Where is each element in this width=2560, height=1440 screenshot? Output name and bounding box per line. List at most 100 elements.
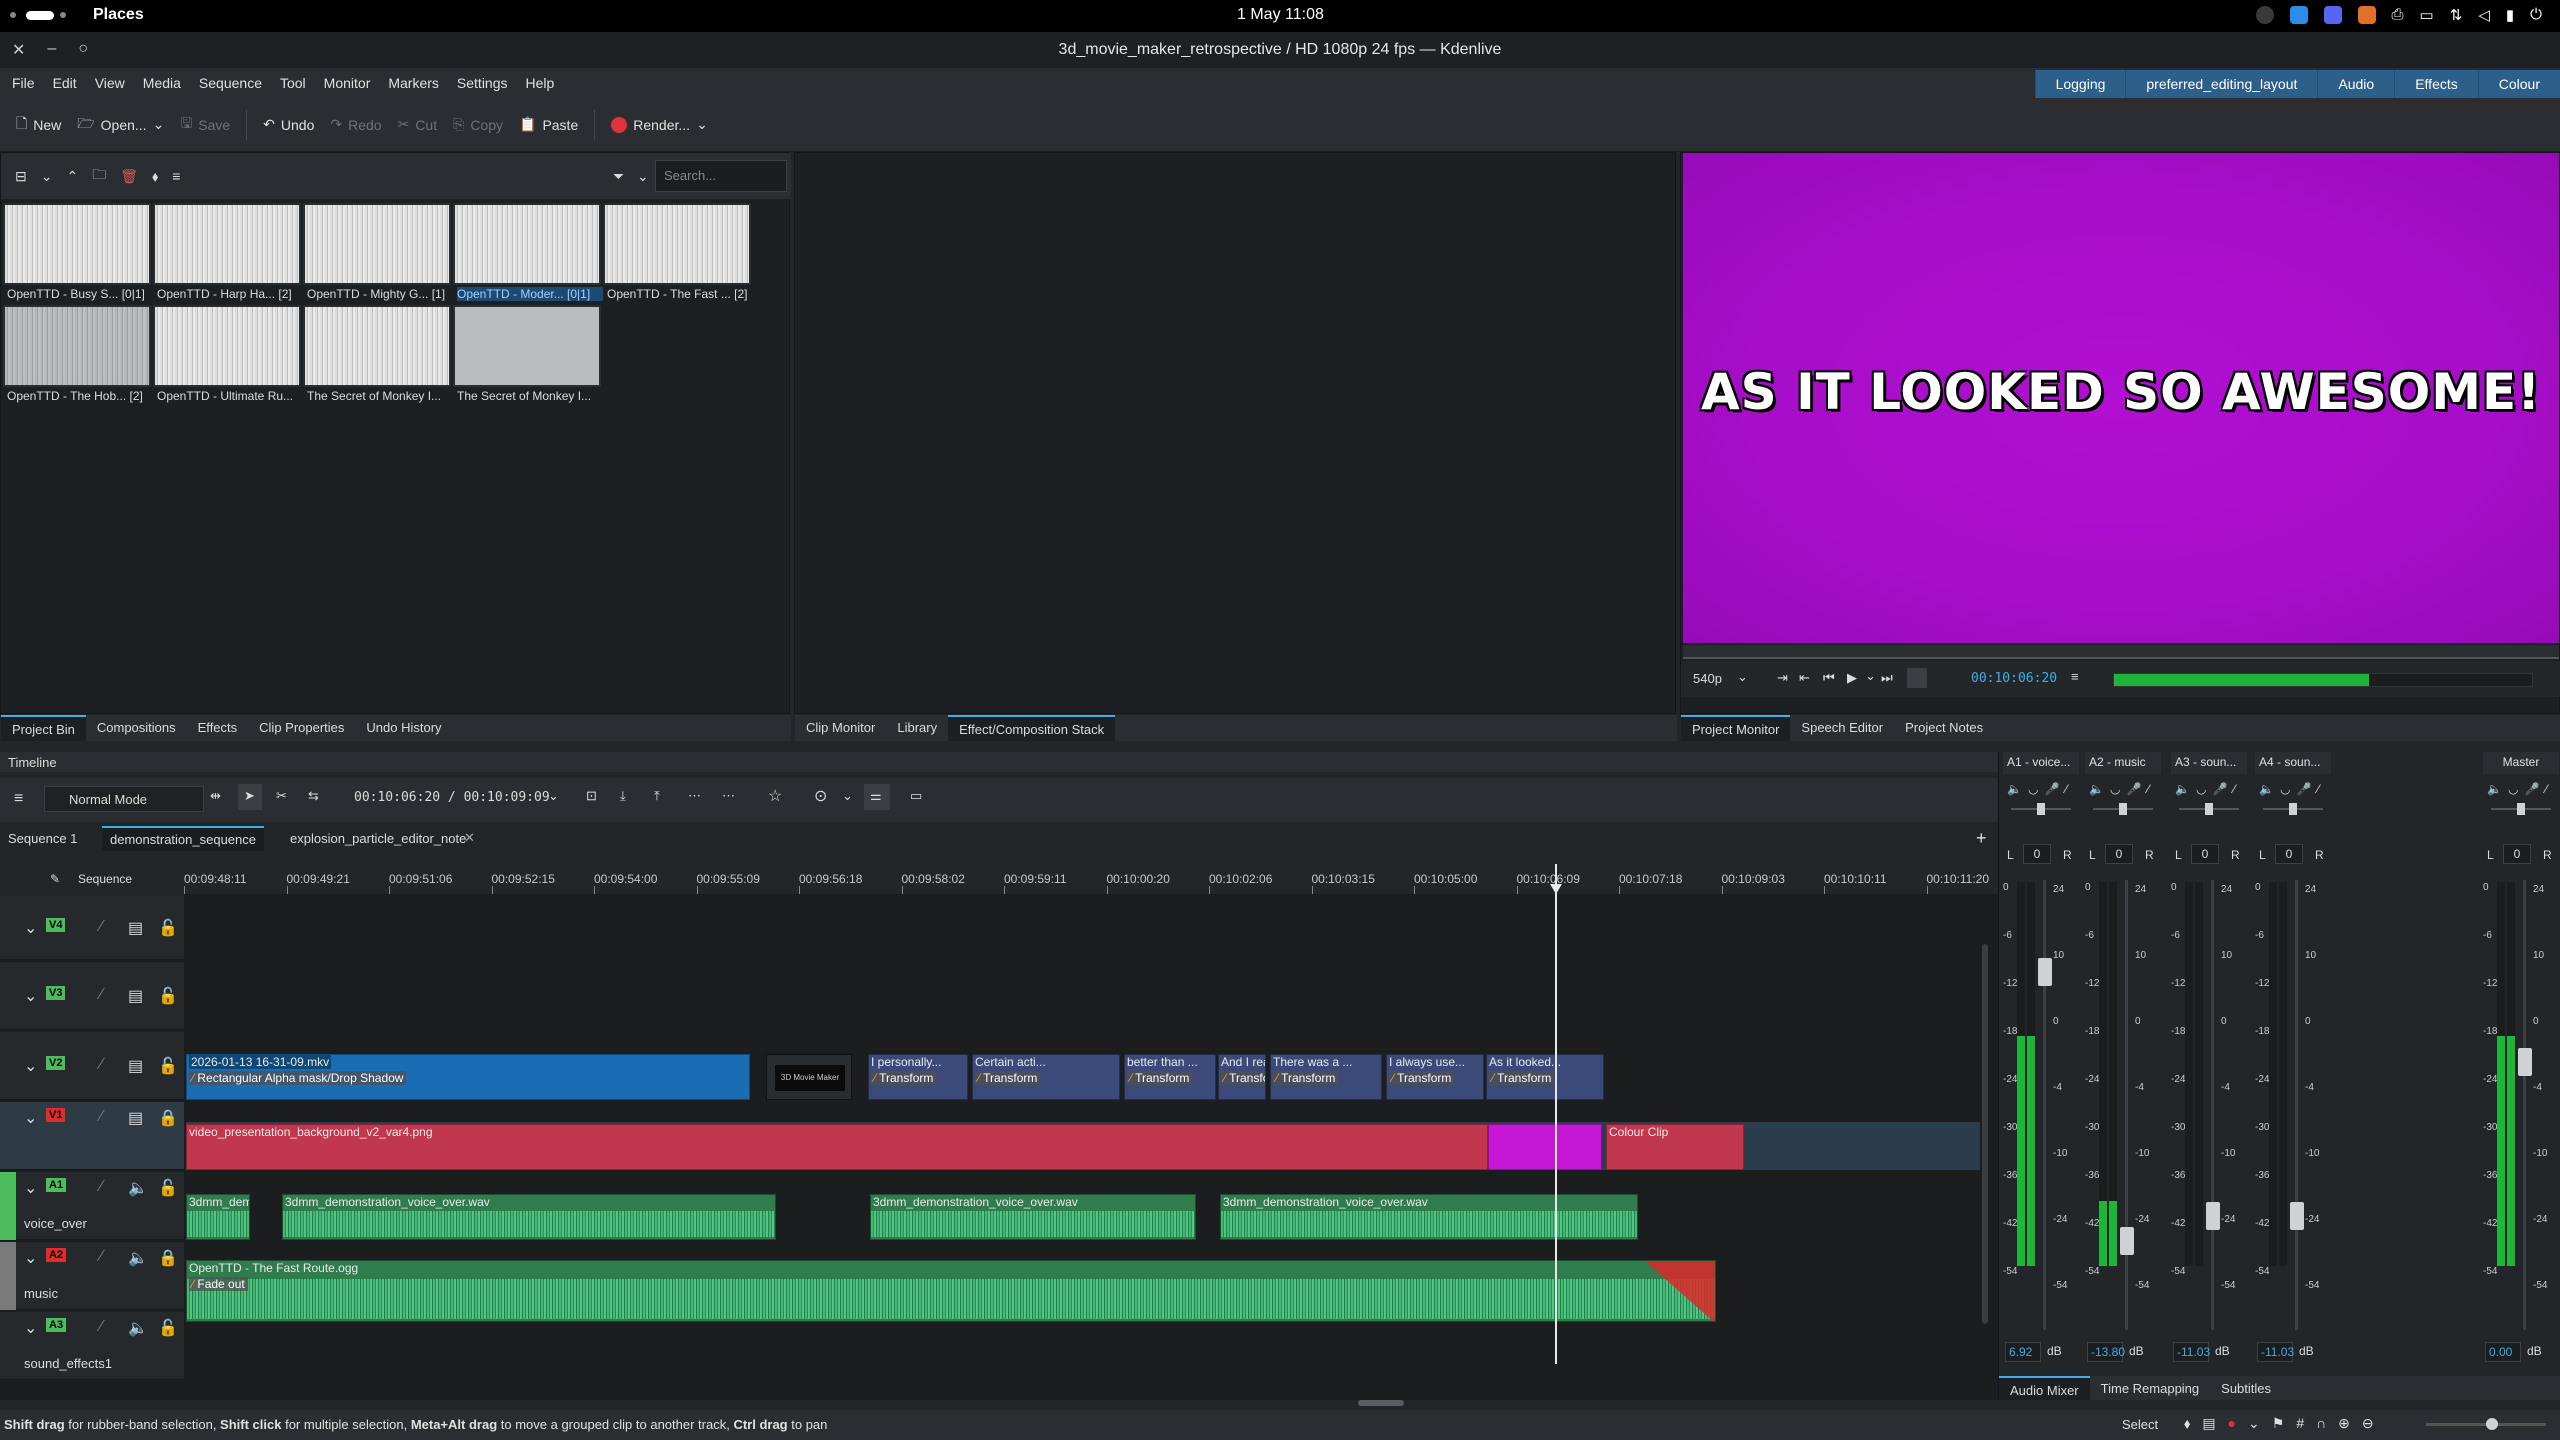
pan-slider[interactable] [2179, 803, 2239, 815]
lock-icon[interactable]: 🔓 [158, 1318, 178, 1338]
volume-icon[interactable]: ◁ [2478, 6, 2490, 24]
track-header-v1[interactable]: ⌄ V1 ⁄ ▤ 🔒 [0, 1102, 184, 1170]
bin-clip[interactable]: OpenTTD - The Fast ... [2] [603, 203, 751, 301]
chevron-down-icon[interactable]: ⌄ [24, 1318, 37, 1338]
hide-track-icon[interactable]: ▤ [128, 1056, 143, 1076]
bin-clip[interactable]: OpenTTD - The Hob... [2] [3, 305, 151, 403]
menu-tool[interactable]: Tool [280, 75, 306, 91]
volume-db-field[interactable]: -11.03 [2257, 1342, 2294, 1362]
track-header-v4[interactable]: ⌄ V4 ⁄ ▤ 🔓 [0, 894, 184, 960]
workspace-dot[interactable] [10, 12, 16, 18]
record-icon[interactable]: 🎤 [2044, 782, 2059, 796]
chevron-down-icon[interactable]: ⌄ [24, 1108, 37, 1128]
tab-compositions[interactable]: Compositions [86, 715, 187, 741]
forward-icon[interactable]: ⏭ [1881, 670, 1893, 686]
new-button[interactable]: 🗋 New [16, 113, 61, 137]
effect-icon[interactable]: ⁄ [2317, 782, 2319, 796]
bin-clip[interactable]: OpenTTD - Busy S... [0|1] [3, 203, 151, 301]
track-header-v3[interactable]: ⌄ V3 ⁄ ▤ 🔓 [0, 962, 184, 1030]
pan-value[interactable]: 0 [2023, 844, 2051, 864]
play-icon[interactable]: ▶ [1847, 670, 1857, 686]
chevron-down-icon[interactable]: ⌄ [24, 1178, 37, 1198]
clock[interactable]: 1 May 11:08 [1237, 6, 1324, 24]
effect-icon[interactable]: ⁄ [100, 1248, 103, 1266]
menu-markers[interactable]: Markers [388, 75, 439, 91]
printer-icon[interactable]: ⎙ [2392, 6, 2404, 24]
tab-speech-editor[interactable]: Speech Editor [1790, 715, 1894, 741]
timeline-hscrollbar[interactable] [1358, 1400, 1404, 1406]
timeline-clip[interactable]: video_presentation_background_v2_var4.pn… [186, 1124, 1488, 1170]
effect-icon[interactable]: ⁄ [100, 986, 103, 1004]
timeline-clip[interactable]: 3dmm_demonstration_voice_over.wav [870, 1194, 1196, 1240]
zoom-select[interactable]: 540p [1693, 671, 1722, 686]
bin-clip[interactable]: OpenTTD - Ultimate Ru... [153, 305, 301, 403]
effect-icon[interactable]: ⁄ [2545, 782, 2547, 796]
lift-icon[interactable]: ⋯ [722, 788, 735, 804]
pan-value[interactable]: 0 [2503, 844, 2531, 864]
timeline-clip[interactable]: 3dmm_dem [186, 1194, 250, 1240]
spacer-tool-icon[interactable]: ⇹ [210, 788, 221, 804]
pan-value[interactable]: 0 [2191, 844, 2219, 864]
chevron-down-icon[interactable]: ⌄ [1865, 668, 1876, 684]
filter-icon[interactable]: ⏷ [613, 168, 624, 185]
chevron-down-icon[interactable]: ⌄ [41, 168, 53, 185]
tab-project-notes[interactable]: Project Notes [1894, 715, 1994, 741]
zoom-in-icon[interactable]: ⊕ [2338, 1415, 2350, 1432]
zoom-slider[interactable] [2426, 1418, 2546, 1430]
effect-icon[interactable]: ⁄ [100, 918, 103, 936]
menu-help[interactable]: Help [526, 75, 555, 91]
volume-db-field[interactable]: -13.80 [2087, 1342, 2125, 1362]
menu-icon[interactable]: ≡ [172, 168, 180, 184]
save-icon[interactable]: ▤ [2202, 1415, 2215, 1432]
zone-icon[interactable] [1907, 668, 1927, 688]
delete-icon[interactable]: 🗑 [120, 168, 138, 185]
lock-icon[interactable]: 🔓 [158, 918, 178, 938]
mute-icon[interactable]: 🔈 [128, 1248, 148, 1268]
effect-icon[interactable]: ⁄ [2233, 782, 2235, 796]
pan-handle[interactable] [2037, 803, 2045, 815]
timeline-clip[interactable]: 3dmm_demonstration_voice_over.wav [282, 1194, 776, 1240]
monitor-timecode[interactable]: 00:10:06:20 [1971, 671, 2057, 686]
menu-settings[interactable]: Settings [457, 75, 508, 91]
menu-file[interactable]: File [12, 75, 35, 91]
volume-db-field[interactable]: 0.00 [2485, 1342, 2521, 1362]
magnet-icon[interactable]: ∩ [2316, 1415, 2326, 1432]
chevron-down-icon[interactable]: ⌄ [24, 918, 37, 938]
lock-icon[interactable]: 🔒 [158, 1248, 178, 1268]
tab-audio-mixer[interactable]: Audio Mixer [1999, 1376, 2090, 1400]
close-tab-icon[interactable]: ✕ [464, 830, 475, 846]
channel-name[interactable]: A4 - soun... [2255, 752, 2331, 774]
record-icon[interactable]: 🎤 [2524, 782, 2539, 796]
tab-project-bin[interactable]: Project Bin [1, 715, 86, 741]
headphones-icon[interactable]: ◡ [2028, 782, 2038, 796]
add-sequence-icon[interactable]: + [1976, 828, 1987, 849]
hide-track-icon[interactable]: ▤ [128, 918, 143, 938]
record-icon[interactable]: 🎤 [2212, 782, 2227, 796]
layout-colour[interactable]: Colour [2477, 70, 2560, 98]
track-header-a1[interactable]: ⌄ A1 ⁄ 🔈 🔓 voice_over [0, 1172, 184, 1240]
bin-clip[interactable]: OpenTTD - Mighty G... [1] [303, 203, 451, 301]
tab-undo-history[interactable]: Undo History [355, 715, 452, 741]
timeline-clip[interactable]: 2026-01-13 16-31-09.mkv ⁄ Rectangular Al… [186, 1054, 750, 1100]
target-indicator[interactable] [0, 1172, 16, 1240]
timeline-ruler[interactable]: ✎ Sequence 00:09:48:11 00:09:49:21 00:09:5… [0, 866, 1998, 894]
chevron-down-icon[interactable]: ⌄ [548, 788, 559, 804]
hide-track-icon[interactable]: ▤ [128, 1108, 143, 1128]
title-clip[interactable]: As it looked... ⁄ Transform [1486, 1054, 1604, 1100]
steam-icon[interactable] [2255, 6, 2274, 24]
places-menu[interactable]: Places [93, 6, 144, 24]
tag-icon[interactable]: ⬧ [2184, 1415, 2190, 1432]
channel-name[interactable]: A3 - soun... [2171, 752, 2247, 774]
menu-media[interactable]: Media [143, 75, 181, 91]
discord-icon[interactable] [2323, 6, 2342, 24]
chevron-down-icon[interactable]: ⌄ [842, 788, 853, 804]
mixer-toggle-icon[interactable]: ⚌ [864, 784, 890, 810]
save-button[interactable]: 🖫 Save [180, 113, 230, 137]
chevron-down-icon[interactable]: ⌄ [1737, 669, 1748, 685]
copy-button[interactable]: ⎘ Copy [453, 116, 503, 133]
extract-icon[interactable]: ⋯ [688, 788, 701, 804]
effect-icon[interactable]: ⁄ [100, 1178, 103, 1196]
tag-icon[interactable]: ⬧ [152, 168, 158, 185]
mute-icon[interactable]: 🔈 [2007, 782, 2022, 796]
title-clip[interactable]: I always use... ⁄ Transform [1386, 1054, 1484, 1100]
